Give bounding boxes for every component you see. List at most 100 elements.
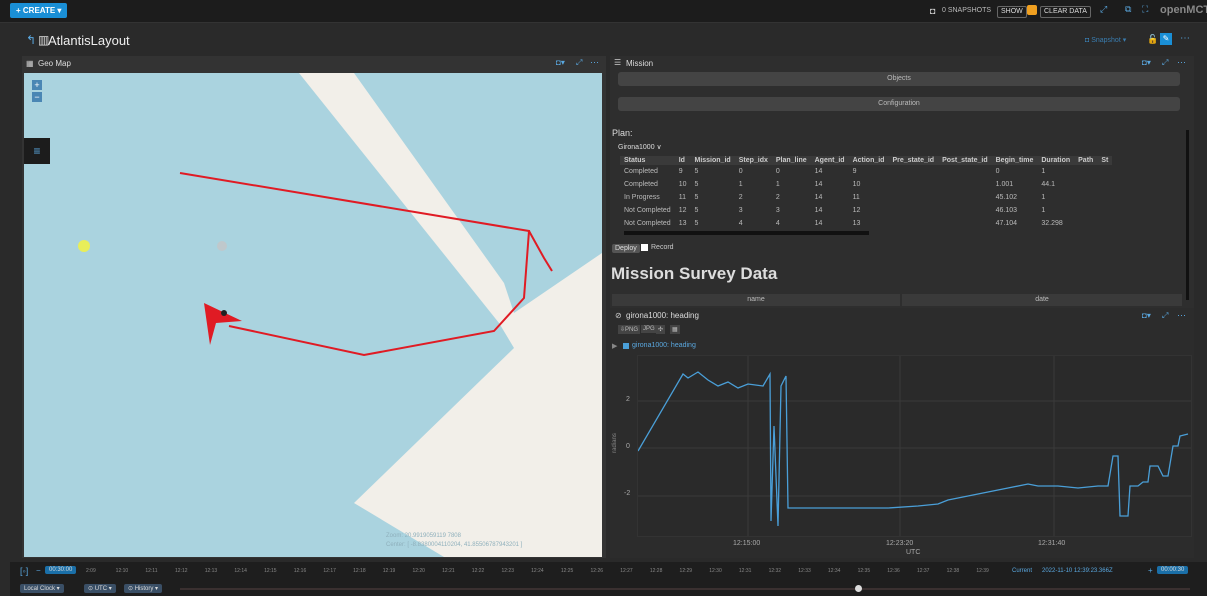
create-label: CREATE [22, 6, 56, 15]
fullscreen-icon[interactable]: ⛶ [1142, 4, 1148, 15]
geo-snapshot-icon[interactable]: ◘▾ [556, 58, 565, 67]
export-jpg-button[interactable]: JPG [641, 325, 657, 333]
zoom-out-button[interactable]: − [32, 92, 42, 102]
layer-menu-button[interactable]: ≡ [24, 138, 50, 164]
table-row[interactable]: In Progress 11 5 2 2 14 11 45.102 1 [620, 191, 1112, 204]
column-header[interactable]: Pre_state_id [888, 156, 939, 165]
table-cell [888, 191, 938, 204]
history-select[interactable]: ⊙ History ▾ [124, 584, 163, 593]
table-cell [938, 191, 992, 204]
table-cell [1097, 204, 1112, 217]
geo-more-icon[interactable]: ⋯ [590, 57, 599, 68]
table-cell: 4 [775, 220, 780, 227]
edit-button[interactable]: ✎ [1160, 33, 1172, 45]
plan-select[interactable]: Girona1000 ∨ [618, 143, 662, 151]
table-cell: 14 [814, 194, 823, 201]
mission-scrollbar[interactable] [1186, 130, 1189, 300]
list-icon: ☰ [614, 58, 622, 67]
heading-series-line [638, 371, 1189, 527]
end-offset-input[interactable]: 00:00:30 [1157, 566, 1189, 574]
configuration-section-header[interactable]: Configuration [618, 97, 1180, 111]
expand-icon[interactable]: ⤢ [1100, 4, 1107, 15]
plot-snapshot-icon[interactable]: ◘▾ [1142, 311, 1151, 320]
x-tick-1: 12:15:00 [733, 540, 761, 547]
column-header[interactable]: Status [620, 156, 675, 165]
page-title: AtlantisLayout [48, 33, 130, 48]
time-slider-track[interactable] [180, 588, 1190, 590]
deploy-button[interactable]: Deploy [612, 244, 640, 253]
timeline-tick: 12:21 [442, 568, 455, 574]
table-cell: 0 [995, 168, 1000, 175]
timeline-tick: 12:20 [412, 568, 425, 574]
lock-icon[interactable]: 🔓 [1147, 34, 1158, 45]
plot-area[interactable] [637, 355, 1192, 537]
timeline-tick: 2:09 [86, 568, 96, 574]
column-header[interactable]: Post_state_id [938, 156, 992, 165]
zoom-in-button[interactable]: + [32, 80, 42, 90]
timeline-tick: 12:36 [887, 568, 900, 574]
column-header[interactable]: Duration [1037, 156, 1075, 165]
legend-expand-icon[interactable]: ▶ [612, 342, 617, 350]
mission-snapshot-icon[interactable]: ◘▾ [1142, 58, 1151, 67]
table-row[interactable]: Completed 10 5 1 1 14 10 1.001 44.1 [620, 178, 1112, 191]
new-window-icon[interactable]: ⧉ [1125, 4, 1131, 15]
column-header[interactable]: Path [1074, 156, 1098, 165]
start-offset-input[interactable]: 00:30:00 [45, 566, 77, 574]
show-snapshots-button[interactable]: SHOW [997, 6, 1027, 18]
column-header[interactable]: Begin_time [991, 156, 1038, 165]
timeline-tick: 12:27 [620, 568, 633, 574]
table-cell: 12 [852, 207, 861, 214]
column-header[interactable]: Step_idx [734, 156, 772, 165]
snapshot-dropdown[interactable]: ◘ Snapshot ▾ [1085, 36, 1126, 44]
column-header[interactable]: St [1097, 156, 1113, 165]
timeline-tick: 12:16 [293, 568, 307, 574]
time-slider-handle[interactable] [855, 585, 862, 592]
waypoint-marker-grey [217, 241, 227, 251]
clock-select[interactable]: Local Clock ▾ [20, 584, 64, 593]
plot-more-icon[interactable]: ⋯ [1177, 310, 1186, 321]
record-checkbox[interactable] [641, 244, 648, 251]
map-center-readout: Center: [ -8.8380004110204, 41.855067879… [386, 542, 523, 548]
time-mode-icon[interactable]: [◦] [20, 566, 28, 576]
table-cell: 4 [738, 220, 743, 227]
survey-column-name: name [612, 294, 900, 306]
crosshair-icon[interactable]: ✣ [656, 325, 666, 334]
current-time-value: 2022-11-10 12:39:23.366Z [1042, 568, 1113, 574]
up-arrow-icon[interactable]: ↰ [26, 33, 36, 47]
snapshots-count: 0 SNAPSHOTS [942, 7, 992, 14]
timeline-tick: 12:14 [234, 568, 247, 574]
column-header[interactable]: Agent_id [810, 156, 849, 165]
timeline-tick: 12:26 [590, 568, 604, 574]
objects-section-header[interactable]: Objects [618, 72, 1180, 86]
more-options-icon[interactable]: ⋯ [1180, 33, 1190, 44]
column-header[interactable]: Mission_id [690, 156, 735, 165]
timeline-tick: 12:15 [264, 568, 277, 574]
timeline-tick: 12:38 [946, 568, 960, 574]
column-header[interactable]: Id [674, 156, 691, 165]
geo-expand-icon[interactable]: ⤢ [576, 58, 582, 68]
table-row[interactable]: Not Completed 13 5 4 4 14 13 47.104 32.298 [620, 217, 1112, 230]
export-png-button[interactable]: ⇩PNG [618, 325, 641, 334]
table-cell: 1 [1041, 194, 1046, 201]
column-header[interactable]: Action_id [848, 156, 889, 165]
column-header[interactable]: Plan_line [771, 156, 811, 165]
timezone-select[interactable]: ⊙ UTC ▾ [84, 584, 116, 593]
grid-icon[interactable]: ▦ [670, 325, 680, 334]
mission-more-icon[interactable]: ⋯ [1177, 57, 1186, 68]
plot-expand-icon[interactable]: ⤢ [1162, 311, 1168, 321]
table-row[interactable]: Not Completed 12 5 3 3 14 12 46.103 1 [620, 204, 1112, 217]
table-cell: In Progress [624, 194, 660, 201]
table-row[interactable]: Completed 9 5 0 0 14 9 0 1 [620, 165, 1112, 178]
table-cell: 3 [738, 207, 743, 214]
timeline-tick: 12:33 [798, 568, 811, 574]
end-offset-plus: + [1148, 566, 1153, 575]
table-cell: 11 [678, 194, 686, 201]
survey-column-date: date [902, 294, 1182, 306]
geo-map-canvas[interactable] [24, 73, 602, 557]
clear-data-button[interactable]: CLEAR DATA [1040, 6, 1091, 18]
create-button[interactable]: + CREATE ▾ [10, 3, 68, 18]
mission-expand-icon[interactable]: ⤢ [1162, 58, 1168, 68]
openmct-logo: openMCT [1160, 4, 1207, 16]
table-cell: 2 [775, 194, 780, 201]
table-horizontal-scrollbar[interactable] [624, 231, 869, 235]
